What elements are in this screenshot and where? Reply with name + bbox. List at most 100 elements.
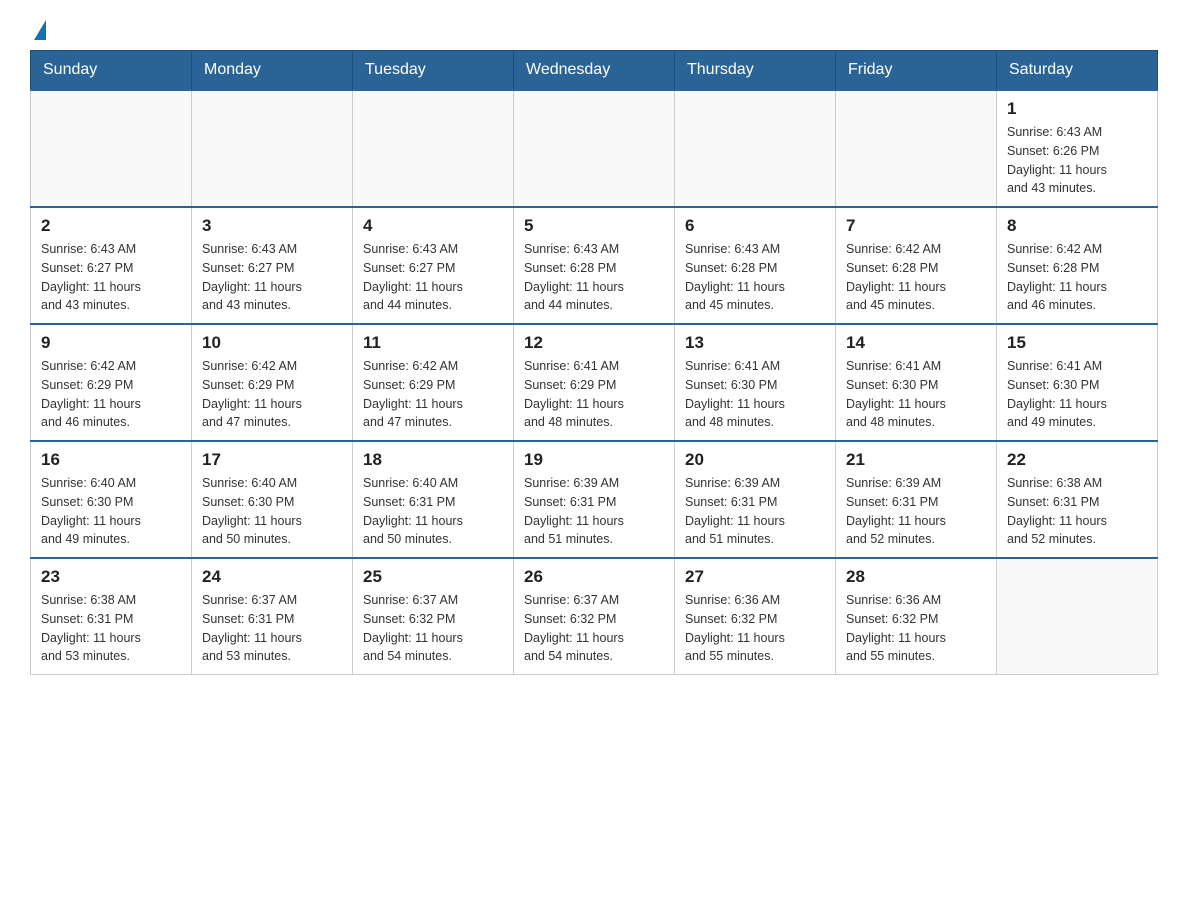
calendar-week-row: 1 Sunrise: 6:43 AMSunset: 6:26 PMDaylight… xyxy=(31,90,1158,207)
calendar-cell: 5 Sunrise: 6:43 AMSunset: 6:28 PMDaylight… xyxy=(514,207,675,324)
day-number: 2 xyxy=(41,216,181,236)
calendar-cell: 2 Sunrise: 6:43 AMSunset: 6:27 PMDaylight… xyxy=(31,207,192,324)
day-number: 27 xyxy=(685,567,825,587)
day-number: 28 xyxy=(846,567,986,587)
day-info: Sunrise: 6:40 AMSunset: 6:30 PMDaylight:… xyxy=(41,474,181,549)
calendar-cell: 7 Sunrise: 6:42 AMSunset: 6:28 PMDaylight… xyxy=(836,207,997,324)
day-info: Sunrise: 6:42 AMSunset: 6:29 PMDaylight:… xyxy=(202,357,342,432)
calendar-cell: 10 Sunrise: 6:42 AMSunset: 6:29 PMDayligh… xyxy=(192,324,353,441)
calendar-cell: 3 Sunrise: 6:43 AMSunset: 6:27 PMDaylight… xyxy=(192,207,353,324)
day-info: Sunrise: 6:37 AMSunset: 6:32 PMDaylight:… xyxy=(524,591,664,666)
calendar-cell: 15 Sunrise: 6:41 AMSunset: 6:30 PMDayligh… xyxy=(997,324,1158,441)
day-number: 22 xyxy=(1007,450,1147,470)
day-info: Sunrise: 6:38 AMSunset: 6:31 PMDaylight:… xyxy=(1007,474,1147,549)
logo xyxy=(30,20,46,40)
day-number: 19 xyxy=(524,450,664,470)
day-number: 12 xyxy=(524,333,664,353)
day-of-week-header: Saturday xyxy=(997,51,1158,91)
calendar-cell xyxy=(675,90,836,207)
day-of-week-header: Tuesday xyxy=(353,51,514,91)
calendar-cell: 24 Sunrise: 6:37 AMSunset: 6:31 PMDayligh… xyxy=(192,558,353,675)
calendar-cell: 19 Sunrise: 6:39 AMSunset: 6:31 PMDayligh… xyxy=(514,441,675,558)
day-number: 3 xyxy=(202,216,342,236)
day-info: Sunrise: 6:43 AMSunset: 6:27 PMDaylight:… xyxy=(363,240,503,315)
day-number: 25 xyxy=(363,567,503,587)
page-header xyxy=(30,20,1158,40)
calendar-cell: 23 Sunrise: 6:38 AMSunset: 6:31 PMDayligh… xyxy=(31,558,192,675)
calendar-cell xyxy=(514,90,675,207)
calendar-cell: 9 Sunrise: 6:42 AMSunset: 6:29 PMDaylight… xyxy=(31,324,192,441)
calendar-cell xyxy=(836,90,997,207)
day-info: Sunrise: 6:37 AMSunset: 6:31 PMDaylight:… xyxy=(202,591,342,666)
day-info: Sunrise: 6:43 AMSunset: 6:26 PMDaylight:… xyxy=(1007,123,1147,198)
calendar-cell: 21 Sunrise: 6:39 AMSunset: 6:31 PMDayligh… xyxy=(836,441,997,558)
day-number: 13 xyxy=(685,333,825,353)
day-info: Sunrise: 6:41 AMSunset: 6:29 PMDaylight:… xyxy=(524,357,664,432)
day-number: 6 xyxy=(685,216,825,236)
day-info: Sunrise: 6:40 AMSunset: 6:31 PMDaylight:… xyxy=(363,474,503,549)
calendar-cell: 13 Sunrise: 6:41 AMSunset: 6:30 PMDayligh… xyxy=(675,324,836,441)
day-info: Sunrise: 6:39 AMSunset: 6:31 PMDaylight:… xyxy=(846,474,986,549)
day-of-week-header: Friday xyxy=(836,51,997,91)
day-number: 5 xyxy=(524,216,664,236)
day-number: 1 xyxy=(1007,99,1147,119)
day-info: Sunrise: 6:43 AMSunset: 6:27 PMDaylight:… xyxy=(202,240,342,315)
calendar-cell: 4 Sunrise: 6:43 AMSunset: 6:27 PMDaylight… xyxy=(353,207,514,324)
day-number: 15 xyxy=(1007,333,1147,353)
day-number: 7 xyxy=(846,216,986,236)
day-info: Sunrise: 6:41 AMSunset: 6:30 PMDaylight:… xyxy=(685,357,825,432)
day-number: 20 xyxy=(685,450,825,470)
calendar-cell xyxy=(31,90,192,207)
calendar-cell xyxy=(353,90,514,207)
day-info: Sunrise: 6:43 AMSunset: 6:28 PMDaylight:… xyxy=(524,240,664,315)
day-number: 14 xyxy=(846,333,986,353)
day-info: Sunrise: 6:41 AMSunset: 6:30 PMDaylight:… xyxy=(1007,357,1147,432)
calendar-cell: 11 Sunrise: 6:42 AMSunset: 6:29 PMDayligh… xyxy=(353,324,514,441)
calendar-cell: 22 Sunrise: 6:38 AMSunset: 6:31 PMDayligh… xyxy=(997,441,1158,558)
day-number: 18 xyxy=(363,450,503,470)
day-of-week-header: Sunday xyxy=(31,51,192,91)
day-number: 11 xyxy=(363,333,503,353)
day-info: Sunrise: 6:36 AMSunset: 6:32 PMDaylight:… xyxy=(846,591,986,666)
calendar-week-row: 2 Sunrise: 6:43 AMSunset: 6:27 PMDaylight… xyxy=(31,207,1158,324)
day-number: 24 xyxy=(202,567,342,587)
day-number: 9 xyxy=(41,333,181,353)
day-number: 26 xyxy=(524,567,664,587)
day-number: 16 xyxy=(41,450,181,470)
calendar-cell: 6 Sunrise: 6:43 AMSunset: 6:28 PMDaylight… xyxy=(675,207,836,324)
day-info: Sunrise: 6:43 AMSunset: 6:28 PMDaylight:… xyxy=(685,240,825,315)
day-number: 4 xyxy=(363,216,503,236)
day-info: Sunrise: 6:42 AMSunset: 6:28 PMDaylight:… xyxy=(846,240,986,315)
logo-triangle-icon xyxy=(34,20,46,40)
day-number: 21 xyxy=(846,450,986,470)
calendar-week-row: 9 Sunrise: 6:42 AMSunset: 6:29 PMDaylight… xyxy=(31,324,1158,441)
day-info: Sunrise: 6:39 AMSunset: 6:31 PMDaylight:… xyxy=(524,474,664,549)
calendar-cell: 16 Sunrise: 6:40 AMSunset: 6:30 PMDayligh… xyxy=(31,441,192,558)
calendar-cell: 1 Sunrise: 6:43 AMSunset: 6:26 PMDaylight… xyxy=(997,90,1158,207)
calendar-table: SundayMondayTuesdayWednesdayThursdayFrid… xyxy=(30,50,1158,675)
calendar-cell xyxy=(192,90,353,207)
day-of-week-header: Thursday xyxy=(675,51,836,91)
day-number: 17 xyxy=(202,450,342,470)
calendar-cell: 17Sunrise: 6:40 AMSunset: 6:30 PMDayligh… xyxy=(192,441,353,558)
day-info: Sunrise: 6:39 AMSunset: 6:31 PMDaylight:… xyxy=(685,474,825,549)
calendar-week-row: 23 Sunrise: 6:38 AMSunset: 6:31 PMDayligh… xyxy=(31,558,1158,675)
day-info: Sunrise: 6:41 AMSunset: 6:30 PMDaylight:… xyxy=(846,357,986,432)
day-number: 23 xyxy=(41,567,181,587)
calendar-cell xyxy=(997,558,1158,675)
day-info: Sunrise: 6:37 AMSunset: 6:32 PMDaylight:… xyxy=(363,591,503,666)
day-info: Sunrise: 6:42 AMSunset: 6:29 PMDaylight:… xyxy=(363,357,503,432)
day-info: Sunrise: 6:43 AMSunset: 6:27 PMDaylight:… xyxy=(41,240,181,315)
calendar-week-row: 16 Sunrise: 6:40 AMSunset: 6:30 PMDayligh… xyxy=(31,441,1158,558)
calendar-cell: 18 Sunrise: 6:40 AMSunset: 6:31 PMDayligh… xyxy=(353,441,514,558)
day-info: Sunrise: 6:38 AMSunset: 6:31 PMDaylight:… xyxy=(41,591,181,666)
calendar-cell: 20 Sunrise: 6:39 AMSunset: 6:31 PMDayligh… xyxy=(675,441,836,558)
calendar-cell: 8Sunrise: 6:42 AMSunset: 6:28 PMDaylight… xyxy=(997,207,1158,324)
calendar-cell: 14 Sunrise: 6:41 AMSunset: 6:30 PMDayligh… xyxy=(836,324,997,441)
calendar-cell: 26 Sunrise: 6:37 AMSunset: 6:32 PMDayligh… xyxy=(514,558,675,675)
calendar-header-row: SundayMondayTuesdayWednesdayThursdayFrid… xyxy=(31,51,1158,91)
calendar-cell: 25 Sunrise: 6:37 AMSunset: 6:32 PMDayligh… xyxy=(353,558,514,675)
day-number: 10 xyxy=(202,333,342,353)
day-of-week-header: Monday xyxy=(192,51,353,91)
day-info: Sunrise: 6:42 AMSunset: 6:29 PMDaylight:… xyxy=(41,357,181,432)
